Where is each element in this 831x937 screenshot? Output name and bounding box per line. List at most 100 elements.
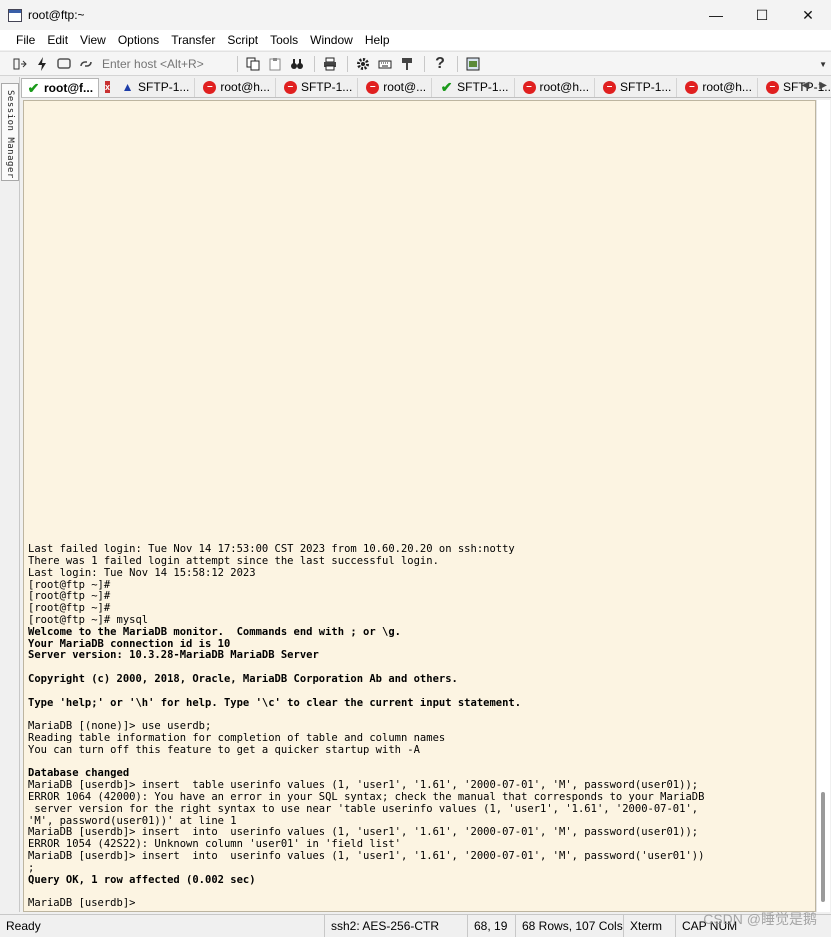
find-binoculars-icon[interactable] bbox=[287, 54, 307, 74]
command-window-icon[interactable] bbox=[463, 54, 483, 74]
terminal-line: Type 'help;' or '\h' for help. Type '\c'… bbox=[28, 697, 522, 709]
terminal-output[interactable]: Last failed login: Tue Nov 14 17:53:00 C… bbox=[23, 100, 816, 912]
menu-file[interactable]: File bbox=[10, 33, 41, 47]
toolbar-overflow-icon[interactable]: ▼ bbox=[819, 60, 827, 69]
connect-in-session-manager-icon[interactable] bbox=[10, 54, 30, 74]
status-cipher: ssh2: AES-256-CTR bbox=[325, 915, 468, 937]
keymap-keyboard-icon[interactable] bbox=[375, 54, 395, 74]
session-tab-label: SFTP-1... bbox=[620, 80, 672, 94]
terminal-line: Database changed bbox=[28, 768, 130, 780]
session-manager-label: Session Manager bbox=[5, 90, 15, 179]
session-tab[interactable]: – root@h... bbox=[198, 77, 276, 97]
print-icon[interactable] bbox=[320, 54, 340, 74]
close-button[interactable]: ✕ bbox=[785, 0, 831, 30]
disconnected-icon: – bbox=[603, 80, 617, 94]
menu-help[interactable]: Help bbox=[359, 33, 396, 47]
session-tab[interactable]: – root@h... bbox=[680, 77, 758, 97]
terminal-line: Last failed login: Tue Nov 14 17:53:00 C… bbox=[28, 544, 515, 556]
menu-transfer[interactable]: Transfer bbox=[165, 33, 221, 47]
menu-window[interactable]: Window bbox=[304, 33, 359, 47]
disconnected-icon: – bbox=[522, 80, 536, 94]
terminal-line: Welcome to the MariaDB monitor. Commands… bbox=[28, 626, 401, 638]
connected-check-icon: ✔ bbox=[440, 79, 453, 95]
terminal-lines: Last failed login: Tue Nov 14 17:53:00 C… bbox=[28, 544, 814, 910]
sftp-tool-icon[interactable] bbox=[397, 54, 417, 74]
host-input[interactable] bbox=[98, 54, 228, 73]
window-controls: — ☐ ✕ bbox=[693, 0, 831, 30]
help-icon[interactable]: ? bbox=[430, 54, 450, 74]
terminal-line: Your MariaDB connection id is 10 bbox=[28, 638, 231, 650]
settings-gear-icon[interactable] bbox=[353, 54, 373, 74]
terminal-line: MariaDB [userdb]> bbox=[28, 898, 136, 910]
toolbar: ? ▼ bbox=[0, 51, 831, 76]
close-tab-icon[interactable]: x bbox=[105, 81, 111, 93]
terminal-app-icon bbox=[8, 8, 22, 22]
terminal-line: MariaDB [userdb]> insert into userinfo v… bbox=[28, 851, 705, 863]
disconnected-icon: – bbox=[283, 80, 297, 94]
session-tab[interactable]: – SFTP-1... bbox=[279, 77, 359, 97]
session-tab-label: SFTP-1... bbox=[138, 80, 190, 94]
session-tab-label: SFTP-1... bbox=[300, 80, 353, 94]
session-tab[interactable]: – SFTP-1... bbox=[598, 77, 678, 97]
toolbar-separator bbox=[424, 55, 425, 72]
connect-in-tab-icon[interactable] bbox=[54, 54, 74, 74]
disconnected-icon: – bbox=[366, 80, 380, 94]
connected-check-icon: ✔ bbox=[27, 79, 40, 96]
session-manager-tab[interactable]: Session Manager bbox=[1, 83, 19, 181]
session-tab-label: root@f... bbox=[44, 80, 94, 95]
toolbar-separator bbox=[237, 55, 238, 72]
paste-icon[interactable] bbox=[265, 54, 285, 74]
status-terminal-size: 68 Rows, 107 Cols bbox=[516, 915, 624, 937]
session-tab-label: root@h... bbox=[702, 80, 752, 94]
menu-tools[interactable]: Tools bbox=[264, 33, 304, 47]
terminal-line: [root@ftp ~]# mysql bbox=[28, 615, 149, 627]
tab-scroll-left-icon[interactable]: ◀ bbox=[802, 80, 810, 91]
tab-scroll-controls: ◀ ▶ bbox=[802, 80, 827, 91]
terminal-line: Reading table information for completion… bbox=[28, 733, 446, 745]
terminal-line: ERROR 1064 (42000): You have an error in… bbox=[28, 792, 705, 804]
menu-options[interactable]: Options bbox=[112, 33, 165, 47]
disconnected-icon: – bbox=[685, 80, 699, 94]
terminal-line: [root@ftp ~]# bbox=[28, 579, 111, 591]
maximize-button[interactable]: ☐ bbox=[739, 0, 785, 30]
terminal-line: ; bbox=[28, 862, 35, 874]
terminal-line: 'M', password(user01))' at line 1 bbox=[28, 815, 237, 827]
quick-connect-icon[interactable] bbox=[32, 54, 52, 74]
terminal-line: ERROR 1054 (42S22): Unknown column 'user… bbox=[28, 839, 401, 851]
watermark: CSDN @睡觉是鹅 bbox=[703, 911, 817, 927]
session-tab[interactable]: ▲ SFTP-1... bbox=[116, 77, 196, 97]
session-tab[interactable]: ✔ SFTP-1... bbox=[435, 77, 515, 97]
menu-script[interactable]: Script bbox=[221, 33, 264, 47]
terminal-line: MariaDB [userdb]> insert into userinfo v… bbox=[28, 827, 699, 839]
tab-scroll-right-icon[interactable]: ▶ bbox=[819, 80, 827, 91]
terminal-line: Last login: Tue Nov 14 15:58:12 2023 bbox=[28, 567, 256, 579]
session-tab[interactable]: – root@... bbox=[361, 77, 433, 97]
session-tab-label: SFTP-1... bbox=[457, 80, 509, 94]
terminal-line: [root@ftp ~]# bbox=[28, 591, 111, 603]
toolbar-separator bbox=[314, 55, 315, 72]
session-tab[interactable]: – root@h... bbox=[518, 77, 596, 97]
status-emulation: Xterm bbox=[624, 915, 676, 937]
minimize-button[interactable]: — bbox=[693, 0, 739, 30]
terminal-line: Copyright (c) 2000, 2018, Oracle, MariaD… bbox=[28, 674, 458, 686]
toolbar-separator bbox=[457, 55, 458, 72]
terminal-line: MariaDB [userdb]> insert table userinfo … bbox=[28, 780, 699, 792]
status-cursor-position: 68, 19 bbox=[468, 915, 516, 937]
session-tab-label: root@h... bbox=[539, 80, 590, 94]
copy-icon[interactable] bbox=[243, 54, 263, 74]
session-tab-label: root@... bbox=[383, 80, 427, 94]
terminal-scrollbar[interactable] bbox=[816, 100, 830, 912]
scrollbar-thumb[interactable] bbox=[821, 792, 825, 902]
terminal-line: [root@ftp ~]# bbox=[28, 603, 111, 615]
terminal-line: You can turn off this feature to get a q… bbox=[28, 744, 420, 756]
session-tab-bar: ✔ root@f... x ▲ SFTP-1... – root@h... – … bbox=[21, 77, 831, 98]
session-tab[interactable]: ✔ root@f... bbox=[21, 77, 100, 97]
reconnect-icon[interactable] bbox=[76, 54, 96, 74]
menu-view[interactable]: View bbox=[74, 33, 112, 47]
menu-edit[interactable]: Edit bbox=[41, 33, 74, 47]
terminal-line: Server version: 10.3.28-MariaDB MariaDB … bbox=[28, 650, 319, 662]
